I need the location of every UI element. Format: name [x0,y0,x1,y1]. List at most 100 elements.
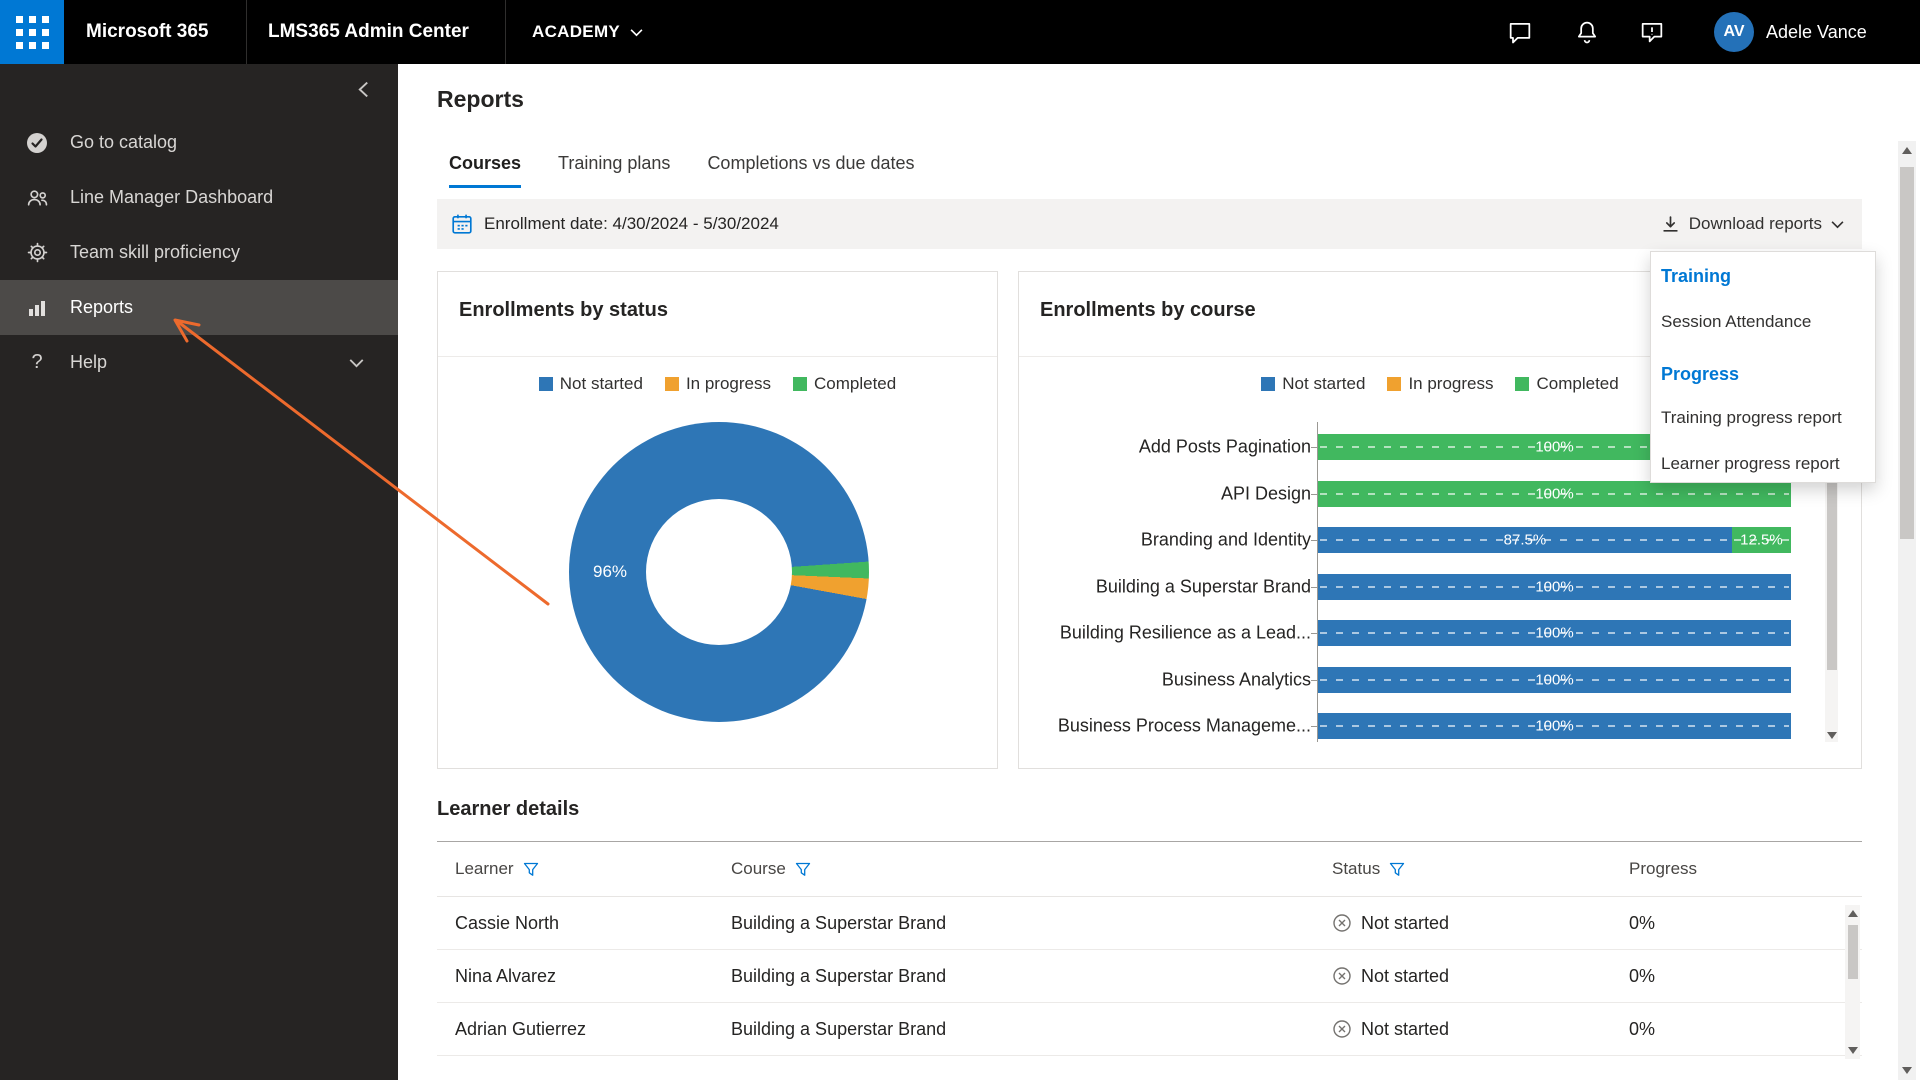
download-reports-button[interactable]: Download reports [1661,214,1844,234]
column-header-learner[interactable]: Learner [437,859,731,879]
status-cell: Not started [1332,966,1629,987]
bar-track: 100% [1318,667,1791,693]
bar-segment[interactable]: 100% [1318,620,1791,646]
table-scrollbar[interactable] [1845,905,1860,1059]
filter-bar: Enrollment date: 4/30/2024 - 5/30/2024 D… [437,199,1862,249]
bar-track: 100% [1318,481,1791,507]
bar-row: Branding and Identity 87.5% 12.5% [1039,527,1843,553]
scroll-down-icon[interactable] [1902,1067,1912,1074]
legend-label: Completed [814,374,896,394]
sidebar: Go to catalog Line Manager Dashboard Tea… [0,64,398,1080]
download-icon [1661,215,1680,234]
skill-gear-icon [24,240,50,266]
table-row[interactable]: Nina Alvarez Building a Superstar Brand … [437,950,1862,1003]
app-title[interactable]: LMS365 Admin Center [268,0,469,64]
learner-cell: Cassie North [437,913,731,934]
column-label: Course [731,859,786,879]
user-name[interactable]: Adele Vance [1766,0,1867,64]
filter-icon[interactable] [523,862,539,877]
menu-item-training-progress-report[interactable]: Training progress report [1661,404,1869,432]
scroll-up-icon[interactable] [1902,147,1912,154]
column-label: Progress [1629,859,1697,879]
filter-icon[interactable] [795,862,811,877]
tab-training-plans[interactable]: Training plans [558,153,670,188]
bar-value-label: 100% [1318,625,1791,642]
menu-item-learner-progress-report[interactable]: Learner progress report [1661,450,1869,478]
sidebar-item-help[interactable]: ? Help [0,335,398,390]
learner-details-table: Learner Course Status Progress Cassie No… [437,841,1862,1056]
sidebar-item-go-to-catalog[interactable]: Go to catalog [0,115,398,170]
menu-group-progress: Progress [1661,360,1869,388]
scrollbar-thumb[interactable] [1900,167,1914,539]
bar-segment[interactable]: 100% [1318,713,1791,739]
table-row[interactable]: Cassie North Building a Superstar Brand … [437,897,1862,950]
bell-icon[interactable] [1573,18,1601,46]
legend-item: Not started [1261,374,1365,394]
tab-courses[interactable]: Courses [449,153,521,188]
column-header-status[interactable]: Status [1332,859,1629,879]
menu-group-training: Training [1661,262,1869,290]
legend-label: Completed [1536,374,1618,394]
sidebar-item-label: Go to catalog [70,132,177,153]
bar-value-label: 100% [1318,578,1791,595]
legend-swatch-in-progress [1387,377,1401,391]
scroll-up-icon[interactable] [1848,910,1858,917]
sidebar-item-team-skill-proficiency[interactable]: Team skill proficiency [0,225,398,280]
chevron-down-icon [1831,220,1844,229]
bar-row: API Design 100% [1039,481,1843,507]
legend-label: In progress [1408,374,1493,394]
scroll-down-icon[interactable] [1827,732,1837,739]
feedback-icon[interactable] [1638,18,1666,46]
bar-segment[interactable]: 100% [1318,481,1791,507]
app-launcher-button[interactable] [0,0,64,64]
column-header-course[interactable]: Course [731,859,1332,879]
status-label: Not started [1361,966,1449,987]
sidebar-item-label: Line Manager Dashboard [70,187,273,208]
status-label: Not started [1361,913,1449,934]
chat-icon[interactable] [1506,18,1534,46]
bar-value-label: 100% [1318,671,1791,688]
card-title: Enrollments by course [1040,299,1256,322]
bar-row: Building a Superstar Brand 100% [1039,574,1843,600]
not-started-icon [1332,1019,1352,1039]
page-scrollbar[interactable] [1898,141,1916,1080]
bar-segment[interactable]: 87.5% [1318,527,1732,553]
sidebar-item-label: Team skill proficiency [70,242,240,263]
org-name: ACADEMY [532,22,620,42]
bar-segment[interactable]: 100% [1318,574,1791,600]
chevron-left-icon [358,81,369,98]
course-cell: Building a Superstar Brand [731,913,1332,934]
not-started-icon [1332,966,1352,986]
progress-cell: 0% [1629,966,1862,987]
status-donut[interactable]: 96% [569,422,869,722]
table-row[interactable]: Adrian Gutierrez Building a Superstar Br… [437,1003,1862,1056]
scroll-down-icon[interactable] [1848,1047,1858,1054]
bar-segment[interactable]: 100% [1318,667,1791,693]
scrollbar-thumb[interactable] [1848,925,1858,979]
legend-swatch-not-started [1261,377,1275,391]
menu-item-session-attendance[interactable]: Session Attendance [1661,308,1869,336]
sidebar-item-reports[interactable]: Reports [0,280,398,335]
avatar[interactable]: AV [1714,12,1754,52]
filter-icon[interactable] [1389,862,1405,877]
legend-item: In progress [665,374,771,394]
bar-category-label: Business Process Manageme... [1039,716,1311,737]
bar-chart-icon [24,295,50,321]
download-reports-menu: Training Session Attendance Progress Tra… [1650,251,1876,483]
bar-category-label: Branding and Identity [1039,530,1311,551]
course-cell: Building a Superstar Brand [731,1019,1332,1040]
tab-completions-vs-due-dates[interactable]: Completions vs due dates [707,153,914,188]
org-switcher[interactable]: ACADEMY [532,0,643,64]
enrollment-date-filter[interactable]: Enrollment date: 4/30/2024 - 5/30/2024 [451,213,779,235]
bar-track: 100% [1318,574,1791,600]
sidebar-item-line-manager-dashboard[interactable]: Line Manager Dashboard [0,170,398,225]
progress-cell: 0% [1629,913,1862,934]
download-reports-label: Download reports [1689,214,1822,234]
chevron-down-icon[interactable] [349,352,364,373]
bar-segment[interactable]: 12.5% [1732,527,1791,553]
brand-title[interactable]: Microsoft 365 [86,0,208,64]
sidebar-collapse-button[interactable] [350,76,376,102]
bar-category-label: Add Posts Pagination [1039,437,1311,458]
bar-track: 87.5% 12.5% [1318,527,1791,553]
enrollments-by-status-card: Enrollments by status Not started In pro… [437,271,998,769]
